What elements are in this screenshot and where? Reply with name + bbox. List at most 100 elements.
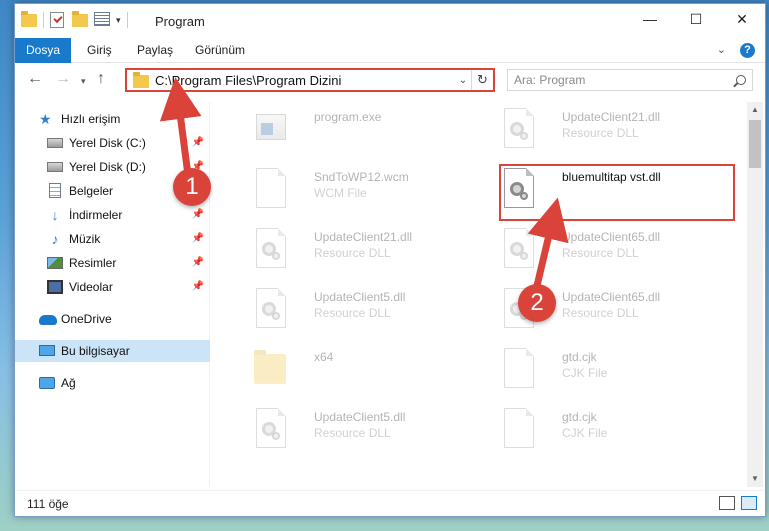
file-icon	[500, 408, 536, 452]
tab-file[interactable]: Dosya	[15, 38, 71, 63]
folder-item[interactable]: x64	[246, 342, 486, 398]
file-icon	[252, 168, 288, 212]
dll-file-icon	[252, 288, 288, 332]
back-arrow-icon[interactable]: ←	[27, 70, 43, 88]
file-name: gtd.cjk	[562, 350, 597, 364]
file-type: Resource DLL	[562, 246, 639, 260]
vertical-scrollbar[interactable]: ▲ ▼	[747, 102, 763, 487]
sidebar-item-label: İndirmeler	[69, 208, 123, 222]
document-icon	[47, 183, 63, 199]
separator	[43, 12, 44, 28]
sidebar-item-label: OneDrive	[61, 312, 112, 326]
sidebar-item-pictures[interactable]: Resimler 📌	[15, 252, 210, 274]
file-item[interactable]: UpdateClient21.dll Resource DLL	[494, 102, 734, 158]
file-name: UpdateClient5.dll	[314, 290, 406, 304]
file-type: Resource DLL	[314, 426, 391, 440]
window-title: Program	[155, 14, 205, 29]
sidebar-item-label: Resimler	[69, 256, 117, 270]
file-name: SndToWP12.wcm	[314, 170, 409, 184]
sidebar-item-onedrive[interactable]: OneDrive	[15, 308, 210, 330]
new-folder-icon[interactable]	[72, 11, 88, 28]
status-bar: 111 öğe	[15, 490, 765, 516]
file-item[interactable]: program.exe	[246, 102, 486, 158]
refresh-icon[interactable]: ↻	[471, 70, 493, 90]
file-type: CJK File	[562, 366, 608, 380]
sidebar-item-network[interactable]: Ağ	[15, 372, 210, 394]
title-bar: ▾ Program — ☐ ✕	[15, 4, 765, 38]
details-view-icon[interactable]	[719, 496, 735, 510]
forward-arrow-icon[interactable]: →	[55, 70, 71, 88]
step-1-badge: 1	[173, 168, 211, 206]
sidebar-item-label: Ağ	[61, 376, 76, 390]
computer-icon	[39, 343, 55, 359]
item-count: 111 öğe	[27, 497, 69, 511]
file-type: WCM File	[314, 186, 367, 200]
file-item[interactable]: UpdateClient65.dll Resource DLL	[494, 222, 734, 278]
sidebar-item-videos[interactable]: Videolar 📌	[15, 276, 210, 298]
sidebar-item-downloads[interactable]: ↓ İndirmeler 📌	[15, 204, 210, 226]
help-icon[interactable]: ?	[740, 43, 755, 58]
search-icon[interactable]	[736, 75, 746, 85]
scroll-thumb[interactable]	[749, 120, 761, 168]
file-item[interactable]: UpdateClient21.dll Resource DLL	[246, 222, 486, 278]
highlight-box	[499, 164, 735, 221]
file-item[interactable]: gtd.cjk CJK File	[494, 342, 734, 398]
sidebar-item-label: Videolar	[69, 280, 113, 294]
customize-toolbar-icon[interactable]: ▾	[116, 15, 121, 26]
video-icon	[47, 279, 63, 295]
properties-icon[interactable]	[94, 12, 110, 28]
pin-icon: 📌	[191, 233, 204, 244]
sidebar-item-this-pc[interactable]: Bu bilgisayar	[15, 340, 210, 362]
sidebar-item-label: Yerel Disk (D:)	[69, 160, 146, 174]
properties-check-icon[interactable]	[50, 12, 66, 28]
scroll-up-icon[interactable]: ▲	[747, 102, 763, 118]
separator	[126, 12, 128, 28]
sidebar-item-quick-access[interactable]: ★ Hızlı erişim	[15, 108, 210, 130]
file-list: program.exe UpdateClient21.dll Resource …	[230, 102, 744, 487]
file-name: UpdateClient21.dll	[562, 110, 661, 124]
search-placeholder[interactable]: Ara: Program	[514, 73, 736, 87]
drive-icon	[47, 159, 63, 175]
address-dropdown-icon[interactable]: ⌄	[455, 75, 471, 86]
quick-access-toolbar: ▾	[21, 11, 128, 28]
file-item[interactable]: gtd.cjk CJK File	[494, 402, 734, 458]
close-button[interactable]: ✕	[719, 4, 765, 34]
file-item[interactable]: UpdateClient5.dll Resource DLL	[246, 282, 486, 338]
address-path[interactable]: C:\Program Files\Program Dizini	[155, 73, 455, 88]
search-input[interactable]: Ara: Program	[507, 69, 753, 91]
pictures-icon	[47, 255, 63, 271]
maximize-button[interactable]: ☐	[673, 4, 719, 34]
tab-home[interactable]: Giriş	[75, 38, 124, 63]
sidebar-item-music[interactable]: ♪ Müzik 📌	[15, 228, 210, 250]
ribbon-tabs: Dosya Giriş Paylaş Görünüm ⌄ ?	[15, 38, 765, 63]
pin-icon: 📌	[191, 281, 204, 292]
pin-icon: 📌	[191, 137, 204, 148]
exe-file-icon	[252, 108, 288, 152]
network-icon	[39, 375, 55, 391]
sidebar-item-label: Yerel Disk (C:)	[69, 136, 146, 150]
address-bar[interactable]: C:\Program Files\Program Dizini ⌄ ↻	[125, 68, 495, 92]
file-name: gtd.cjk	[562, 410, 597, 424]
expand-ribbon-icon[interactable]: ⌄	[717, 43, 726, 58]
large-icons-view-icon[interactable]	[741, 496, 757, 510]
file-name: UpdateClient21.dll	[314, 230, 413, 244]
pin-icon: 📌	[191, 257, 204, 268]
recent-locations-icon[interactable]: ▾	[81, 76, 86, 87]
scroll-down-icon[interactable]: ▼	[747, 471, 763, 487]
file-name: UpdateClient65.dll	[562, 230, 661, 244]
file-item[interactable]: UpdateClient5.dll Resource DLL	[246, 402, 486, 458]
folder-icon	[252, 348, 288, 392]
file-icon	[500, 348, 536, 392]
tab-share[interactable]: Paylaş	[125, 38, 185, 63]
pin-icon: 📌	[191, 209, 204, 220]
file-name: program.exe	[314, 110, 382, 124]
sidebar-item-local-disk-c[interactable]: Yerel Disk (C:) 📌	[15, 132, 210, 154]
navigation-pane: ★ Hızlı erişim Yerel Disk (C:) 📌 Yerel D…	[15, 102, 210, 487]
minimize-button[interactable]: —	[627, 4, 673, 34]
drive-icon	[47, 135, 63, 151]
tab-view[interactable]: Görünüm	[183, 38, 257, 63]
file-type: CJK File	[562, 426, 608, 440]
sidebar-item-label: Hızlı erişim	[61, 112, 121, 126]
file-item[interactable]: SndToWP12.wcm WCM File	[246, 162, 486, 218]
up-arrow-icon[interactable]: ↑	[97, 70, 105, 88]
